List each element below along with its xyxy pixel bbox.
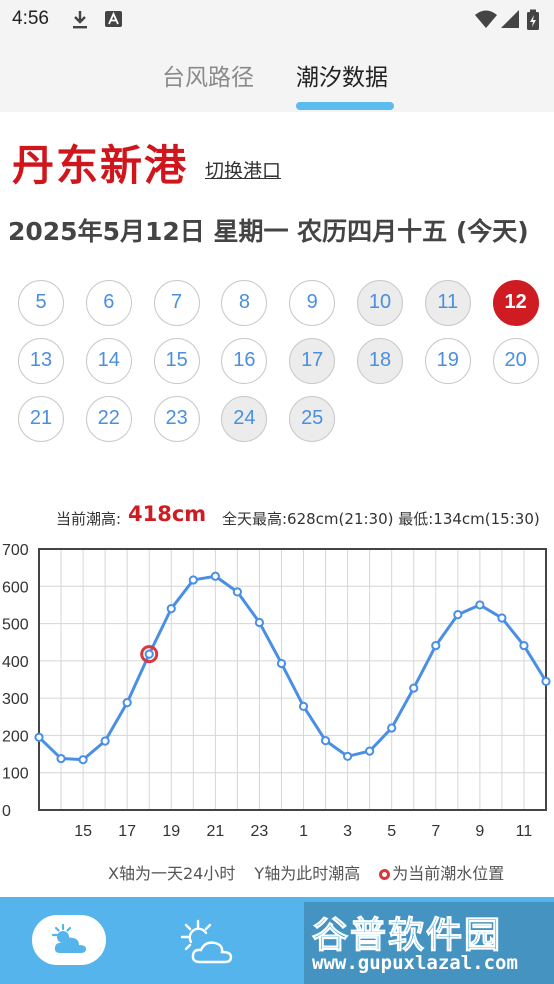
sun-cloud-icon: [51, 923, 86, 953]
tide-data-point: [387, 723, 397, 733]
day-17[interactable]: 17: [289, 338, 336, 384]
tide-data-point: [166, 604, 176, 614]
tide-data-point: [188, 575, 198, 585]
tide-data-point: [144, 649, 154, 659]
tide-data-point: [100, 736, 110, 746]
daily-max-min: 全天最高:628cm(21:30) 最低:134cm(15:30): [222, 510, 540, 528]
y-tick-label: 100: [2, 766, 29, 783]
day-9[interactable]: 9: [289, 280, 336, 326]
x-tick-label: 17: [118, 823, 136, 840]
tab-tide-data[interactable]: 潮汐数据: [296, 58, 388, 92]
y-tick-label: 500: [2, 617, 29, 634]
current-tide-value: 418cm: [128, 502, 207, 526]
x-tick-label: 9: [475, 823, 484, 840]
x-tick-label: 21: [206, 823, 224, 840]
tide-page: 4:56 台风路径 潮汐数据 丹东新港 切换港口 2025年5月12日 星期一 …: [0, 0, 554, 984]
tab-typhoon-path[interactable]: 台风路径: [162, 58, 254, 92]
day-10[interactable]: 10: [357, 280, 403, 326]
x-tick-label: 3: [343, 823, 352, 840]
date-line: 2025年5月12日 星期一 农历四月十五 (今天): [8, 217, 529, 246]
current-tide-label: 当前潮高:: [56, 510, 122, 528]
tide-data-point: [431, 640, 441, 651]
legend-x-axis-note: X轴为一天24小时: [108, 864, 236, 883]
nav-tide-button[interactable]: [32, 915, 106, 965]
day-22[interactable]: 22: [85, 396, 132, 442]
x-tick-label: 23: [251, 823, 269, 840]
current-position-marker-icon: [379, 869, 391, 880]
tide-data-point: [298, 701, 309, 711]
y-tick-label: 700: [2, 542, 29, 559]
font-a-icon: [105, 11, 122, 27]
x-tick-label: 1: [299, 823, 308, 840]
watermark-title: 谷普软件园: [311, 915, 503, 957]
tab-bar: 台风路径 潮汐数据: [0, 40, 554, 112]
tide-data-point: [232, 587, 242, 597]
tide-data-point: [122, 698, 132, 708]
weather-outline-icon[interactable]: [178, 919, 240, 965]
day-11[interactable]: 11: [424, 280, 471, 326]
battery-charging-icon: [527, 9, 539, 30]
tide-data-point: [475, 600, 485, 610]
y-tick-label: 400: [2, 654, 29, 671]
y-tick-label: 0: [2, 803, 11, 820]
day-13[interactable]: 13: [18, 338, 64, 384]
tide-data-point: [276, 658, 287, 669]
day-14[interactable]: 14: [85, 338, 132, 384]
tide-series-line: [37, 574, 548, 762]
status-time: 4:56: [12, 8, 49, 29]
tide-data-point: [453, 610, 463, 620]
day-7[interactable]: 7: [153, 280, 200, 326]
tab-active-indicator: [296, 102, 394, 110]
legend-y-axis-note: Y轴为此时潮高: [254, 864, 361, 883]
tide-data-point: [519, 640, 529, 651]
status-bar: 4:56: [0, 0, 554, 40]
day-19[interactable]: 19: [424, 338, 471, 384]
tide-data-point: [497, 613, 507, 623]
download-icon: [73, 11, 87, 29]
day-15[interactable]: 15: [153, 338, 200, 384]
tide-data-point: [320, 736, 331, 746]
y-tick-label: 200: [2, 728, 29, 745]
day-18[interactable]: 18: [357, 338, 403, 384]
plot-frame: [38, 548, 547, 811]
tide-data-point: [409, 683, 419, 693]
tide-data-point: [254, 617, 265, 628]
tide-data-point: [78, 755, 88, 765]
day-8[interactable]: 8: [221, 280, 268, 326]
y-tick-label: 600: [2, 579, 29, 596]
day-20[interactable]: 20: [492, 338, 539, 384]
day-25[interactable]: 25: [289, 396, 336, 442]
tide-data-point: [343, 751, 353, 761]
day-23[interactable]: 23: [153, 396, 200, 442]
tide-data-point: [210, 571, 220, 581]
chart-legend: X轴为一天24小时 Y轴为此时潮高 为当前潮水位置: [108, 860, 518, 884]
wifi-icon: [475, 10, 497, 28]
legend-marker-note: 为当前潮水位置: [392, 864, 505, 883]
x-tick-label: 19: [162, 823, 180, 840]
port-name: 丹东新港: [12, 141, 189, 190]
x-tick-label: 11: [516, 823, 533, 840]
watermark-url: www.gupuxlazal.com: [312, 952, 518, 974]
x-tick-label: 5: [387, 823, 396, 840]
signal-icon: [501, 10, 519, 28]
tide-data-point: [541, 676, 551, 686]
tide-chart: 0 100 200 300 400 500 600 700 15 17 19 21 23 1 3 5 7 9 11: [2, 542, 551, 840]
day-6[interactable]: 6: [85, 280, 132, 326]
tide-data-point: [34, 732, 44, 742]
tide-data-point: [365, 746, 375, 756]
day-5[interactable]: 5: [18, 280, 64, 326]
x-tick-label: 15: [74, 823, 92, 840]
y-tick-label: 300: [2, 691, 29, 708]
day-21[interactable]: 21: [18, 396, 64, 442]
day-16[interactable]: 16: [221, 338, 268, 384]
day-24[interactable]: 24: [221, 396, 268, 442]
switch-port-link[interactable]: 切换港口: [205, 156, 281, 183]
x-tick-label: 7: [431, 823, 440, 840]
tide-data-point: [56, 753, 66, 764]
day-12[interactable]: 12: [492, 280, 539, 326]
